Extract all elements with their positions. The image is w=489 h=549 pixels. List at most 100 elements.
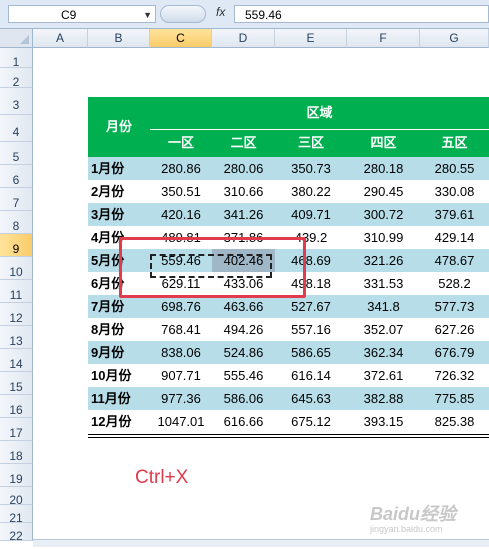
row-header-3[interactable]: 3 xyxy=(0,88,33,115)
row-header-9[interactable]: 9 xyxy=(0,234,33,257)
value-cell[interactable]: 616.14 xyxy=(275,364,347,387)
value-cell[interactable]: 350.73 xyxy=(275,157,347,180)
value-cell[interactable]: 555.46 xyxy=(212,364,275,387)
value-cell[interactable]: 825.38 xyxy=(420,410,489,433)
value-cell[interactable]: 586.06 xyxy=(212,387,275,410)
row-header-1[interactable]: 1 xyxy=(0,48,33,69)
value-cell[interactable]: 350.51 xyxy=(150,180,212,203)
row-header-19[interactable]: 19 xyxy=(0,464,33,487)
month-cell[interactable]: 9月份 xyxy=(88,341,150,364)
formula-bar-buttons[interactable] xyxy=(160,5,206,23)
row-header-13[interactable]: 13 xyxy=(0,326,33,349)
value-cell[interactable]: 1047.01 xyxy=(150,410,212,433)
column-header-d[interactable]: D xyxy=(212,29,275,48)
name-box[interactable]: C9 ▼ xyxy=(8,5,156,23)
value-cell[interactable]: 352.07 xyxy=(347,318,420,341)
value-cell[interactable]: 977.36 xyxy=(150,387,212,410)
row-header-2[interactable]: 2 xyxy=(0,68,33,89)
value-cell[interactable]: 478.67 xyxy=(420,249,489,272)
value-cell[interactable]: 341.8 xyxy=(347,295,420,318)
month-cell[interactable]: 7月份 xyxy=(88,295,150,318)
value-cell[interactable]: 527.67 xyxy=(275,295,347,318)
value-cell[interactable]: 280.06 xyxy=(212,157,275,180)
month-cell[interactable]: 8月份 xyxy=(88,318,150,341)
value-cell[interactable]: 280.18 xyxy=(347,157,420,180)
month-cell[interactable]: 10月份 xyxy=(88,364,150,387)
chevron-down-icon[interactable]: ▼ xyxy=(143,6,152,24)
row-header-8[interactable]: 8 xyxy=(0,211,33,234)
region-header-1[interactable]: 一区 xyxy=(150,129,212,157)
value-cell[interactable]: 380.22 xyxy=(275,180,347,203)
value-cell[interactable]: 775.85 xyxy=(420,387,489,410)
value-cell[interactable]: 768.41 xyxy=(150,318,212,341)
row-header-4[interactable]: 4 xyxy=(0,115,33,142)
row-header-6[interactable]: 6 xyxy=(0,165,33,188)
row-header-21[interactable]: 21 xyxy=(0,505,33,525)
value-cell[interactable]: 557.16 xyxy=(275,318,347,341)
value-cell[interactable]: 616.66 xyxy=(212,410,275,433)
value-cell[interactable]: 321.26 xyxy=(347,249,420,272)
month-header[interactable]: 月份 xyxy=(88,97,150,157)
value-cell[interactable]: 310.99 xyxy=(347,226,420,249)
region-header-2[interactable]: 二区 xyxy=(212,129,275,157)
value-cell[interactable]: 280.86 xyxy=(150,157,212,180)
month-cell[interactable]: 3月份 xyxy=(88,203,150,226)
row-header-5[interactable]: 5 xyxy=(0,142,33,165)
column-header-e[interactable]: E xyxy=(275,29,347,48)
value-cell[interactable]: 300.72 xyxy=(347,203,420,226)
value-cell[interactable]: 838.06 xyxy=(150,341,212,364)
value-cell[interactable]: 372.61 xyxy=(347,364,420,387)
row-header-11[interactable]: 11 xyxy=(0,280,33,303)
value-cell[interactable]: 627.26 xyxy=(420,318,489,341)
select-all-corner[interactable] xyxy=(0,29,33,48)
column-header-f[interactable]: F xyxy=(347,29,420,48)
value-cell[interactable]: 362.34 xyxy=(347,341,420,364)
region-header-4[interactable]: 四区 xyxy=(347,129,420,157)
value-cell[interactable]: 645.63 xyxy=(275,387,347,410)
value-cell[interactable]: 310.66 xyxy=(212,180,275,203)
value-cell[interactable]: 698.76 xyxy=(150,295,212,318)
region-header-3[interactable]: 三区 xyxy=(275,129,347,157)
column-header-c[interactable]: C xyxy=(150,29,212,48)
value-cell[interactable]: 379.61 xyxy=(420,203,489,226)
value-cell[interactable]: 280.55 xyxy=(420,157,489,180)
value-cell[interactable]: 331.53 xyxy=(347,272,420,295)
value-cell[interactable]: 676.79 xyxy=(420,341,489,364)
row-header-7[interactable]: 7 xyxy=(0,188,33,211)
region-header[interactable]: 区域 xyxy=(150,97,489,129)
region-header-5[interactable]: 五区 xyxy=(420,129,489,157)
insert-function-icon[interactable]: fx xyxy=(216,5,225,19)
value-cell[interactable]: 429.14 xyxy=(420,226,489,249)
row-header-22[interactable]: 22 xyxy=(0,523,33,543)
month-cell[interactable]: 1月份 xyxy=(88,157,150,180)
row-header-17[interactable]: 17 xyxy=(0,418,33,441)
row-header-14[interactable]: 14 xyxy=(0,349,33,372)
value-cell[interactable]: 577.73 xyxy=(420,295,489,318)
row-header-10[interactable]: 10 xyxy=(0,257,33,280)
value-cell[interactable]: 463.66 xyxy=(212,295,275,318)
value-cell[interactable]: 586.65 xyxy=(275,341,347,364)
value-cell[interactable]: 382.88 xyxy=(347,387,420,410)
value-cell[interactable]: 524.86 xyxy=(212,341,275,364)
month-cell[interactable]: 11月份 xyxy=(88,387,150,410)
value-cell[interactable]: 675.12 xyxy=(275,410,347,433)
column-header-a[interactable]: A xyxy=(33,29,88,48)
value-cell[interactable]: 907.71 xyxy=(150,364,212,387)
month-cell[interactable]: 12月份 xyxy=(88,410,150,433)
column-header-b[interactable]: B xyxy=(88,29,150,48)
value-cell[interactable]: 341.26 xyxy=(212,203,275,226)
value-cell[interactable]: 290.45 xyxy=(347,180,420,203)
row-header-15[interactable]: 15 xyxy=(0,372,33,395)
value-cell[interactable]: 494.26 xyxy=(212,318,275,341)
row-header-16[interactable]: 16 xyxy=(0,395,33,418)
row-header-12[interactable]: 12 xyxy=(0,303,33,326)
formula-input[interactable]: 559.46 xyxy=(234,5,489,23)
value-cell[interactable]: 420.16 xyxy=(150,203,212,226)
row-header-20[interactable]: 20 xyxy=(0,487,33,507)
value-cell[interactable]: 409.71 xyxy=(275,203,347,226)
value-cell[interactable]: 528.2 xyxy=(420,272,489,295)
row-header-18[interactable]: 18 xyxy=(0,441,33,464)
value-cell[interactable]: 393.15 xyxy=(347,410,420,433)
value-cell[interactable]: 726.32 xyxy=(420,364,489,387)
month-cell[interactable]: 2月份 xyxy=(88,180,150,203)
